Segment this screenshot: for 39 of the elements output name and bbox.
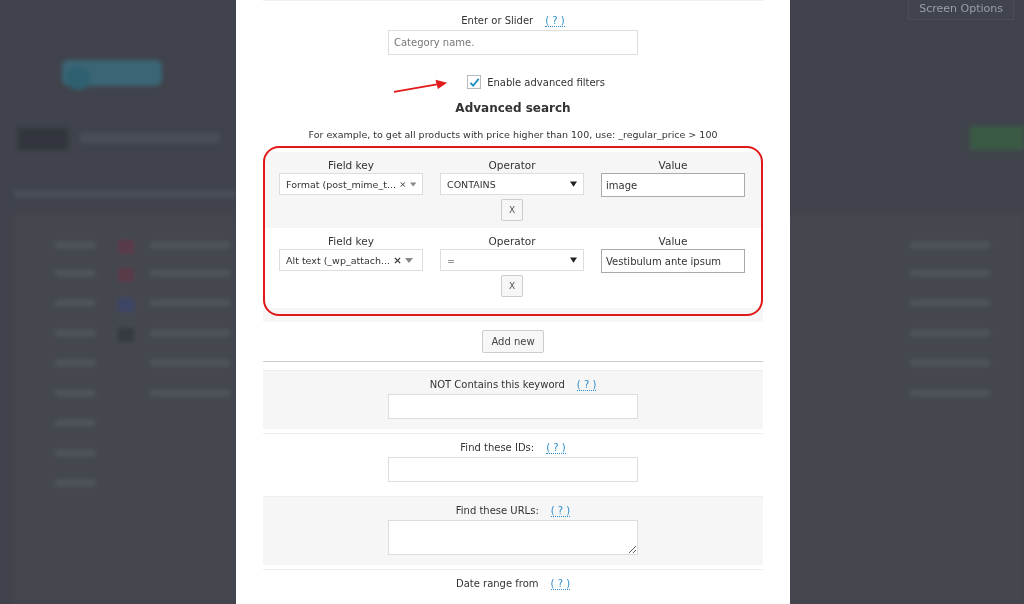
input-field[interactable] — [388, 394, 638, 419]
column-label: Field key — [328, 159, 374, 171]
operator-select[interactable]: = — [440, 249, 584, 271]
help-link[interactable]: ( ? ) — [546, 442, 566, 454]
operator-select[interactable]: CONTAINS — [440, 173, 584, 195]
checkbox-label: Enable advanced filters — [487, 76, 605, 88]
field-label: NOT Contains this keyword — [429, 379, 565, 390]
field-label: Enter or Slider — [461, 15, 534, 26]
value-field[interactable]: Vestibulum ante ipsum — [601, 249, 745, 273]
hint-text: For example, to get all products with price higher than 100, use: _regular_price > 100 — [307, 129, 719, 140]
field-label: Date range from — [455, 578, 539, 589]
section-title: Advanced search — [454, 101, 572, 115]
caret-icon — [570, 257, 577, 263]
checkbox[interactable] — [467, 75, 482, 89]
remove-button[interactable]: X — [501, 275, 523, 297]
caret-icon — [405, 257, 414, 263]
clear-icon[interactable] — [394, 256, 402, 264]
help-link[interactable]: ( ? ) — [550, 505, 571, 517]
remove-button[interactable]: X — [501, 199, 523, 221]
field-label: Find these IDs: — [460, 442, 535, 453]
column-label: Value — [658, 159, 688, 171]
caret-icon — [570, 181, 577, 187]
value-field[interactable]: image — [601, 173, 745, 197]
arrow-drawing — [392, 79, 450, 95]
field-key-select[interactable]: Alt text (_wp_attach... — [279, 249, 423, 271]
caret-icon — [409, 181, 416, 187]
column-label: Field key — [328, 235, 374, 247]
column-label: Value — [658, 235, 688, 247]
help-link[interactable]: ( ? ) — [576, 379, 597, 391]
help-link[interactable]: ( ? ) — [550, 578, 571, 590]
input-field[interactable] — [388, 457, 638, 482]
category-field[interactable]: Category name. — [388, 30, 638, 55]
help-link[interactable]: ( ? ) — [545, 15, 565, 27]
add-new-button[interactable]: Add new — [482, 330, 544, 353]
field-label: Find these URLs: — [455, 505, 539, 516]
field-key-select[interactable]: Format (post_mime_t... — [279, 173, 423, 195]
column-label: Operator — [488, 235, 536, 247]
column-label: Operator — [488, 159, 536, 171]
clear-icon[interactable] — [400, 180, 406, 188]
